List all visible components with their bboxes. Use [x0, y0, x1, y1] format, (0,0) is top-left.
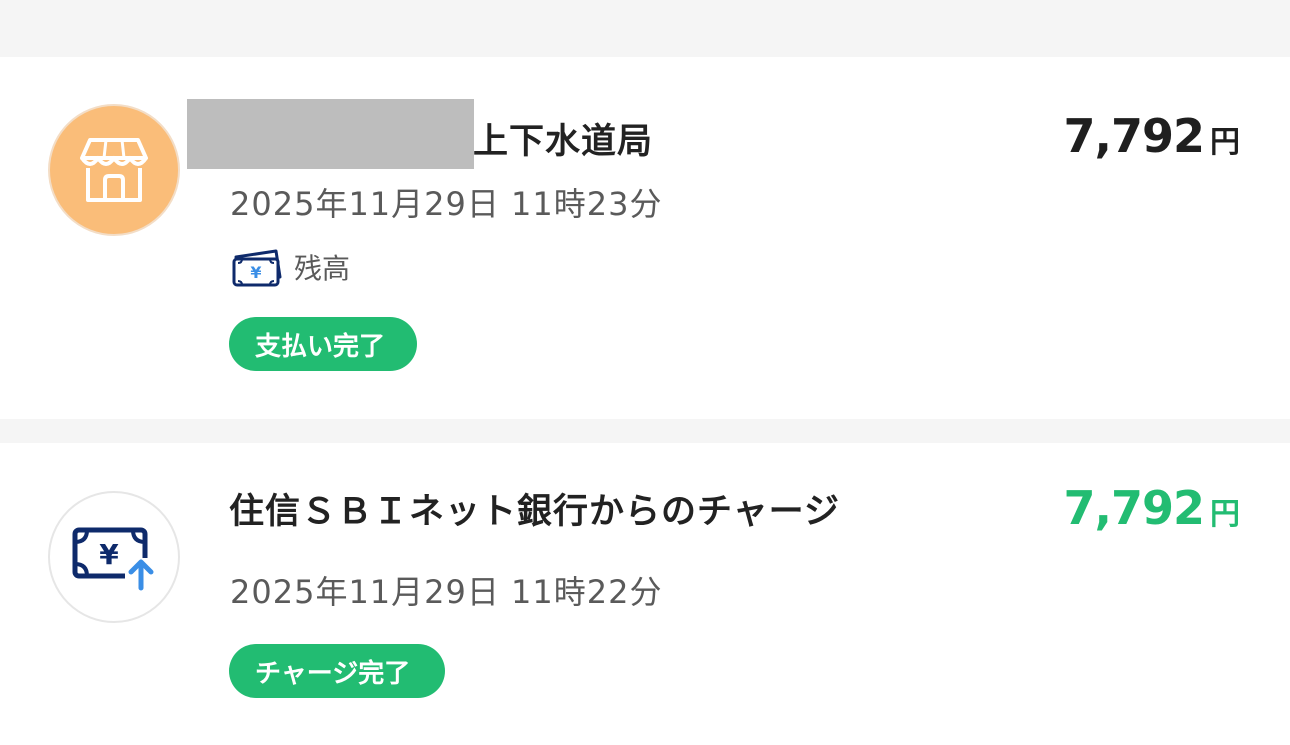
- list-top-spacer: [0, 0, 1290, 57]
- payment-method: ¥ 残高: [230, 247, 350, 287]
- currency-unit: 円: [1210, 497, 1240, 532]
- transaction-datetime: 2025年11月29日 11時22分: [230, 573, 663, 611]
- status-badge: チャージ完了: [229, 644, 445, 698]
- merchant-name: 上下水道局: [473, 122, 654, 162]
- svg-text:¥: ¥: [99, 538, 119, 571]
- transaction-item[interactable]: ¥ 住信ＳＢＩネット銀行からのチャージ 7,792 円 2025年11月29日 …: [0, 443, 1290, 745]
- charge-source-name: 住信ＳＢＩネット銀行からのチャージ: [229, 492, 840, 532]
- yen-banknote-icon: ¥: [232, 249, 282, 287]
- status-badge: 支払い完了: [229, 317, 417, 371]
- redacted-merchant-prefix: [187, 99, 474, 169]
- amount-value: 7,792: [1063, 481, 1205, 535]
- amount-value: 7,792: [1063, 109, 1205, 163]
- merchant-avatar: [48, 104, 180, 236]
- transaction-amount: 7,792 円: [1063, 109, 1240, 163]
- yen-charge-icon: ¥: [72, 527, 157, 591]
- svg-text:¥: ¥: [250, 263, 261, 282]
- transaction-datetime: 2025年11月29日 11時23分: [230, 185, 663, 223]
- transaction-item[interactable]: 上下水道局 7,792 円 2025年11月29日 11時23分 ¥ 残高 支払…: [0, 57, 1290, 419]
- currency-unit: 円: [1210, 125, 1240, 160]
- store-icon: [80, 138, 148, 202]
- transaction-amount: 7,792 円: [1063, 481, 1240, 535]
- list-divider: [0, 419, 1290, 443]
- charge-avatar: ¥: [48, 491, 180, 623]
- payment-method-label: 残高: [294, 252, 351, 285]
